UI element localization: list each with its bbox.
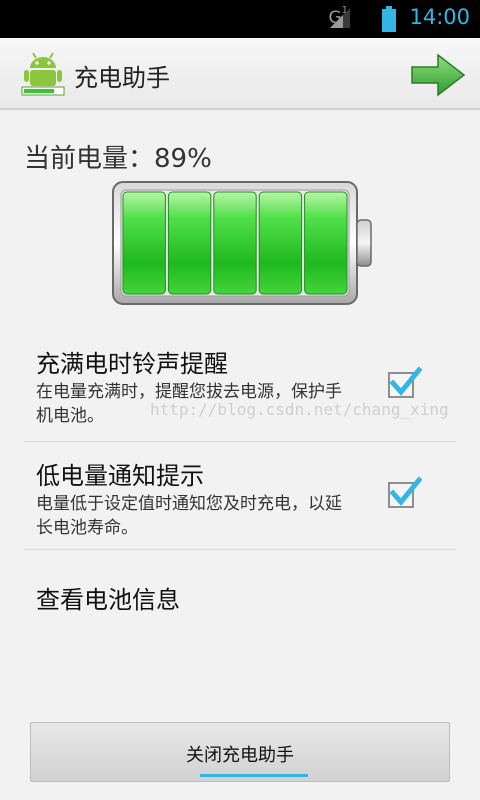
battery-cell (213, 191, 257, 295)
battery-cell (167, 191, 212, 295)
pref-low-battery-notify[interactable]: 低电量通知提示 电量低于设定值时通知您及时充电，以延长电池寿命。 (24, 442, 456, 550)
close-assistant-button[interactable]: 关闭充电助手 (30, 722, 450, 782)
battery-icon (382, 6, 396, 32)
battery-cell (258, 191, 303, 295)
android-robot-icon (21, 52, 65, 96)
pref-title: 充满电时铃声提醒 (36, 350, 228, 378)
green-arrow-right-icon[interactable] (410, 52, 466, 98)
pref-title: 低电量通知提示 (36, 462, 204, 490)
battery-level-label: 当前电量：89% (24, 144, 212, 174)
battery-cell (122, 191, 166, 295)
signal-icon (330, 8, 350, 28)
clock: 14:00 (409, 5, 470, 29)
battery-level-graphic (112, 181, 372, 305)
focus-underline (200, 774, 308, 777)
low-battery-notify-checkbox[interactable] (388, 476, 422, 508)
battery-info-item[interactable]: 查看电池信息 (24, 550, 456, 646)
pref-full-charge-ringtone[interactable]: 充满电时铃声提醒 在电量充满时，提醒您拔去电源，保护手机电池。 (24, 330, 456, 442)
battery-info-label: 查看电池信息 (36, 586, 180, 614)
check-icon (389, 476, 422, 506)
action-bar: 充电助手 (0, 38, 480, 110)
battery-cell (304, 191, 348, 295)
status-bar: G1 14:00 (0, 0, 480, 38)
close-button-label: 关闭充电助手 (186, 745, 294, 766)
watermark: http://blog.csdn.net/chang_xing (150, 400, 449, 419)
full-charge-ringtone-checkbox[interactable] (388, 366, 422, 398)
pref-summary: 电量低于设定值时通知您及时充电，以延长电池寿命。 (36, 494, 342, 538)
battery-cells (122, 191, 348, 295)
app-title: 充电助手 (74, 64, 170, 92)
check-icon (389, 366, 422, 396)
